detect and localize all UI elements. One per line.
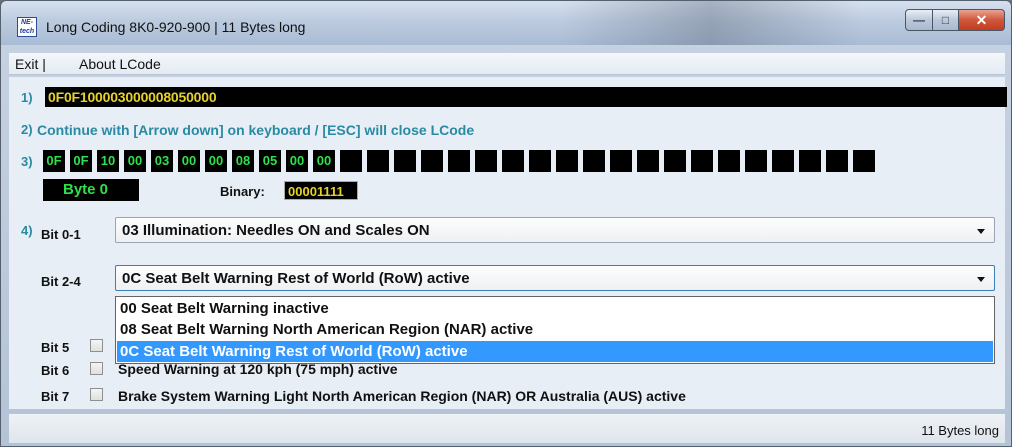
close-icon: ✕ (975, 11, 988, 28)
dropdown-option[interactable]: 08 Seat Belt Warning North American Regi… (117, 319, 993, 340)
title-bar-background (561, 1, 861, 45)
byte-cell[interactable]: 08 (232, 150, 254, 172)
minimize-button[interactable]: — (905, 9, 933, 31)
byte-cell[interactable]: 0F (43, 150, 65, 172)
byte-cells: 0F 0F 10 00 03 00 00 08 05 00 00 (43, 150, 880, 172)
bit7-label: Bit 7 (41, 389, 70, 404)
byte-cell[interactable] (745, 150, 767, 172)
byte-cell[interactable]: 10 (97, 150, 119, 172)
app-icon: NE-tech (17, 17, 37, 37)
byte-cell[interactable] (502, 150, 524, 172)
dropdown-option[interactable]: 00 Seat Belt Warning inactive (117, 298, 993, 319)
byte-cell[interactable]: 00 (205, 150, 227, 172)
binary-label: Binary: (220, 184, 265, 199)
bit6-label: Bit 6 (41, 363, 70, 378)
window-controls: — □ ✕ (905, 9, 1005, 31)
byte-cell[interactable] (340, 150, 362, 172)
keyboard-hint: Continue with [Arrow down] on keyboard /… (37, 122, 475, 138)
bit7-text: Brake System Warning Light North America… (118, 388, 686, 404)
byte-cell[interactable]: 00 (286, 150, 308, 172)
chevron-down-icon (977, 229, 985, 234)
bit5-label: Bit 5 (41, 340, 70, 355)
byte-cell[interactable] (610, 150, 632, 172)
status-text: 11 Bytes long (921, 423, 999, 438)
bit01-select[interactable]: 03 Illumination: Needles ON and Scales O… (115, 217, 995, 243)
minimize-icon: — (913, 13, 925, 27)
byte-cell[interactable]: 05 (259, 150, 281, 172)
title-bar[interactable]: NE-tech Long Coding 8K0-920-900 | 11 Byt… (1, 1, 1011, 45)
bit01-label: Bit 0-1 (41, 227, 81, 242)
close-button[interactable]: ✕ (959, 9, 1005, 31)
byte-cell[interactable] (637, 150, 659, 172)
byte-cell[interactable] (394, 150, 416, 172)
byte-cell[interactable]: 03 (151, 150, 173, 172)
binary-value: 00001111 (284, 181, 358, 200)
byte-cell[interactable] (772, 150, 794, 172)
byte-label: Byte 0 (43, 179, 139, 201)
byte-cell[interactable] (583, 150, 605, 172)
byte-cell[interactable]: 0F (70, 150, 92, 172)
row-number-4: 4) (21, 223, 33, 238)
byte-cell[interactable] (826, 150, 848, 172)
bit7-checkbox[interactable] (90, 388, 103, 401)
status-bar: 11 Bytes long (9, 413, 1005, 443)
bit24-value: 0C Seat Belt Warning Rest of World (RoW)… (122, 270, 470, 287)
lcode-window: NE-tech Long Coding 8K0-920-900 | 11 Byt… (0, 0, 1012, 447)
bit24-select[interactable]: 0C Seat Belt Warning Rest of World (RoW)… (115, 265, 995, 291)
dropdown-option-selected[interactable]: 0C Seat Belt Warning Rest of World (RoW)… (117, 341, 993, 362)
menu-about[interactable]: About LCode (79, 56, 161, 72)
row-number-2: 2) (21, 122, 33, 137)
bit24-dropdown-list: 00 Seat Belt Warning inactive 08 Seat Be… (115, 296, 995, 364)
byte-cell[interactable] (691, 150, 713, 172)
long-code-field[interactable]: 0F0F100003000008050000 (45, 87, 1007, 107)
chevron-down-icon (977, 277, 985, 282)
byte-cell[interactable] (556, 150, 578, 172)
maximize-button[interactable]: □ (933, 9, 959, 31)
row-number-3: 3) (21, 154, 33, 169)
byte-cell[interactable] (367, 150, 389, 172)
byte-cell[interactable] (421, 150, 443, 172)
byte-cell[interactable]: 00 (313, 150, 335, 172)
bit6-checkbox[interactable] (90, 362, 103, 375)
byte-cell[interactable] (718, 150, 740, 172)
maximize-icon: □ (941, 13, 950, 27)
byte-cell[interactable]: 00 (124, 150, 146, 172)
byte-cell[interactable] (529, 150, 551, 172)
bit24-label: Bit 2-4 (41, 274, 81, 289)
byte-cell[interactable] (853, 150, 875, 172)
row-number-1: 1) (21, 90, 33, 105)
bit5-checkbox[interactable] (90, 339, 103, 352)
window-title: Long Coding 8K0-920-900 | 11 Bytes long (46, 19, 306, 35)
menu-exit[interactable]: Exit | (15, 56, 46, 72)
byte-cell[interactable] (664, 150, 686, 172)
byte-cell[interactable]: 00 (178, 150, 200, 172)
menu-bar: Exit | About LCode (9, 53, 1005, 75)
byte-cell[interactable] (799, 150, 821, 172)
bit01-value: 03 Illumination: Needles ON and Scales O… (122, 222, 430, 239)
byte-cell[interactable] (475, 150, 497, 172)
byte-cell[interactable] (448, 150, 470, 172)
